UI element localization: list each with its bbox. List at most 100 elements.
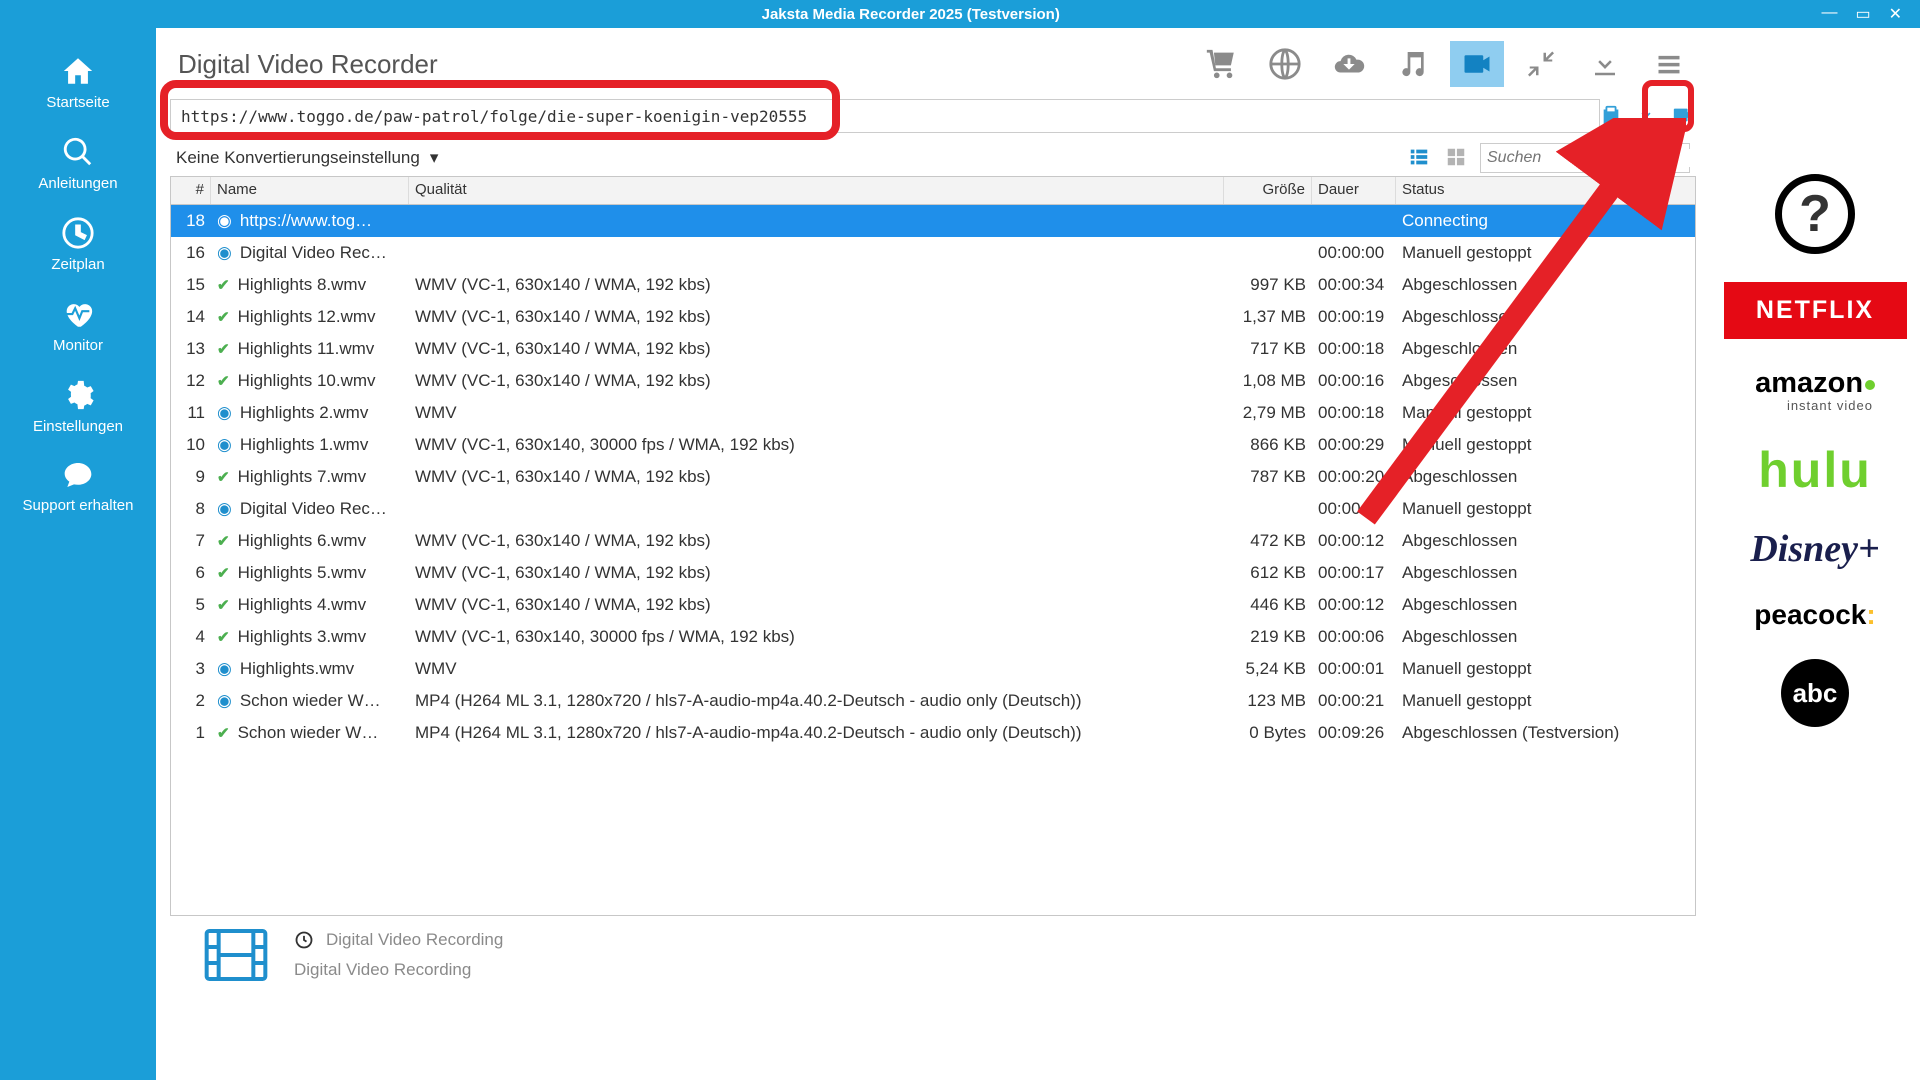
netflix-logo: NETFLIX — [1724, 282, 1907, 339]
footer-info: Digital Video Recording Digital Video Re… — [170, 916, 1696, 997]
search-icon — [61, 135, 95, 169]
table-row[interactable]: 7✔Highlights 6.wmvWMV (VC-1, 630x140 / W… — [171, 525, 1695, 557]
cloud-download-button[interactable] — [1322, 41, 1376, 87]
clock-small-icon — [294, 930, 314, 950]
page-title: Digital Video Recorder — [178, 49, 438, 80]
shrink-button[interactable] — [1514, 41, 1568, 87]
small-download-icon — [1636, 104, 1656, 126]
table-body[interactable]: 18◉https://www.tog…Connecting16◉Digital … — [171, 205, 1695, 915]
sidebar-item-einstellungen[interactable]: Einstellungen — [0, 364, 156, 445]
table-row[interactable]: 16◉Digital Video Rec…00:00:00Manuell ges… — [171, 237, 1695, 269]
row-name: Highlights 3.wmv — [238, 627, 367, 647]
supported-sites-logos: ? NETFLIX amazon instant video hulu Disn… — [1710, 28, 1920, 1080]
row-name: Highlights 5.wmv — [238, 563, 367, 583]
table-row[interactable]: 4✔Highlights 3.wmvWMV (VC-1, 630x140, 30… — [171, 621, 1695, 653]
download-button[interactable] — [1578, 41, 1632, 87]
list-view-button[interactable] — [1406, 146, 1432, 171]
paste-button[interactable] — [1600, 103, 1622, 130]
table-row[interactable]: 2◉Schon wieder W…MP4 (H264 ML 3.1, 1280x… — [171, 685, 1695, 717]
table-row[interactable]: 10◉Highlights 1.wmvWMV (VC-1, 630x140, 3… — [171, 429, 1695, 461]
video-recorder-button[interactable] — [1450, 41, 1504, 87]
disc-icon: ◉ — [217, 659, 232, 679]
footer-line2: Digital Video Recording — [294, 960, 503, 980]
check-icon: ✔ — [217, 276, 230, 294]
minimize-arrows-icon — [1526, 49, 1556, 79]
list-icon — [1406, 146, 1432, 168]
check-icon: ✔ — [217, 468, 230, 486]
browser-button[interactable] — [1258, 41, 1312, 87]
menu-icon — [1654, 50, 1684, 78]
row-name: Highlights 6.wmv — [238, 531, 367, 551]
row-name: Highlights 8.wmv — [238, 275, 367, 295]
audio-button[interactable] — [1386, 41, 1440, 87]
table-row[interactable]: 1✔Schon wieder W…MP4 (H264 ML 3.1, 1280x… — [171, 717, 1695, 749]
window-title: Jaksta Media Recorder 2025 (Testversion) — [0, 6, 1821, 23]
sidebar-item-anleitungen[interactable]: Anleitungen — [0, 121, 156, 202]
cart-icon — [1204, 47, 1238, 81]
row-name: Highlights 12.wmv — [238, 307, 376, 327]
shop-button[interactable] — [1194, 41, 1248, 87]
sidebar-item-label: Anleitungen — [38, 175, 117, 192]
menu-button[interactable] — [1642, 41, 1696, 87]
sidebar-item-label: Startseite — [46, 94, 109, 111]
home-icon — [60, 54, 96, 88]
close-button[interactable]: ✕ — [1889, 4, 1902, 24]
grid-view-button[interactable] — [1444, 146, 1468, 171]
header-num[interactable]: # — [171, 177, 211, 204]
check-icon: ✔ — [217, 532, 230, 550]
header-qual[interactable]: Qualität — [409, 177, 1224, 204]
table-row[interactable]: 15✔Highlights 8.wmvWMV (VC-1, 630x140 / … — [171, 269, 1695, 301]
header-status[interactable]: Status — [1396, 177, 1656, 204]
check-icon: ✔ — [217, 596, 230, 614]
sidebar-item-startseite[interactable]: Startseite — [0, 40, 156, 121]
row-name: https://www.tog… — [240, 211, 372, 231]
chat-icon — [60, 459, 96, 491]
sidebar: Startseite Anleitungen Zeitplan Monitor … — [0, 28, 156, 1080]
table-row[interactable]: 8◉Digital Video Rec…00:00:00Manuell gest… — [171, 493, 1695, 525]
row-name: Highlights.wmv — [240, 659, 354, 679]
check-icon: ✔ — [217, 564, 230, 582]
grid-icon — [1444, 146, 1468, 168]
table-search[interactable] — [1480, 143, 1690, 173]
sidebar-item-support[interactable]: Support erhalten — [0, 445, 156, 524]
check-icon: ✔ — [217, 372, 230, 390]
search-input[interactable] — [1487, 149, 1695, 167]
disc-icon: ◉ — [217, 499, 232, 519]
table-row[interactable]: 9✔Highlights 7.wmvWMV (VC-1, 630x140 / W… — [171, 461, 1695, 493]
table-row[interactable]: 3◉Highlights.wmvWMV5,24 KB00:00:01Manuel… — [171, 653, 1695, 685]
url-input[interactable] — [170, 99, 1600, 133]
film-icon — [204, 928, 268, 985]
check-icon: ✔ — [217, 628, 230, 646]
table-row[interactable]: 6✔Highlights 5.wmvWMV (VC-1, 630x140 / W… — [171, 557, 1695, 589]
header-size[interactable]: Größe — [1224, 177, 1312, 204]
table-row[interactable]: 13✔Highlights 11.wmvWMV (VC-1, 630x140 /… — [171, 333, 1695, 365]
conversion-setting-dropdown[interactable]: Keine Konvertierungseinstellung ▾ — [176, 148, 438, 168]
row-name: Schon wieder W… — [238, 723, 379, 743]
conversion-setting-label: Keine Konvertierungseinstellung — [176, 148, 420, 168]
table-row[interactable]: 14✔Highlights 12.wmvWMV (VC-1, 630x140 /… — [171, 301, 1695, 333]
row-name: Highlights 4.wmv — [238, 595, 367, 615]
header-dur[interactable]: Dauer — [1312, 177, 1396, 204]
table-row[interactable]: 12✔Highlights 10.wmvWMV (VC-1, 630x140 /… — [171, 365, 1695, 397]
table-row[interactable]: 18◉https://www.tog…Connecting — [171, 205, 1695, 237]
disc-icon: ◉ — [217, 243, 232, 263]
header-name[interactable]: Name — [211, 177, 409, 204]
music-icon — [1397, 47, 1429, 81]
sidebar-item-monitor[interactable]: Monitor — [0, 283, 156, 364]
table-header: # Name Qualität Größe Dauer Status — [171, 177, 1695, 205]
sidebar-item-zeitplan[interactable]: Zeitplan — [0, 202, 156, 283]
minimize-button[interactable]: — — [1821, 4, 1837, 24]
table-row[interactable]: 5✔Highlights 4.wmvWMV (VC-1, 630x140 / W… — [171, 589, 1695, 621]
record-video-button[interactable] — [1670, 104, 1696, 129]
small-download-button[interactable] — [1636, 104, 1656, 129]
chevron-down-icon: ▾ — [430, 148, 439, 168]
table-row[interactable]: 11◉Highlights 2.wmvWMV2,79 MB00:00:18Man… — [171, 397, 1695, 429]
gear-icon — [61, 378, 95, 412]
check-icon: ✔ — [217, 308, 230, 326]
row-name: Highlights 7.wmv — [238, 467, 367, 487]
disc-icon: ◉ — [217, 403, 232, 423]
heart-icon — [60, 297, 96, 331]
disc-icon: ◉ — [217, 435, 232, 455]
maximize-button[interactable]: ▭ — [1855, 4, 1870, 24]
row-name: Highlights 11.wmv — [238, 339, 375, 359]
